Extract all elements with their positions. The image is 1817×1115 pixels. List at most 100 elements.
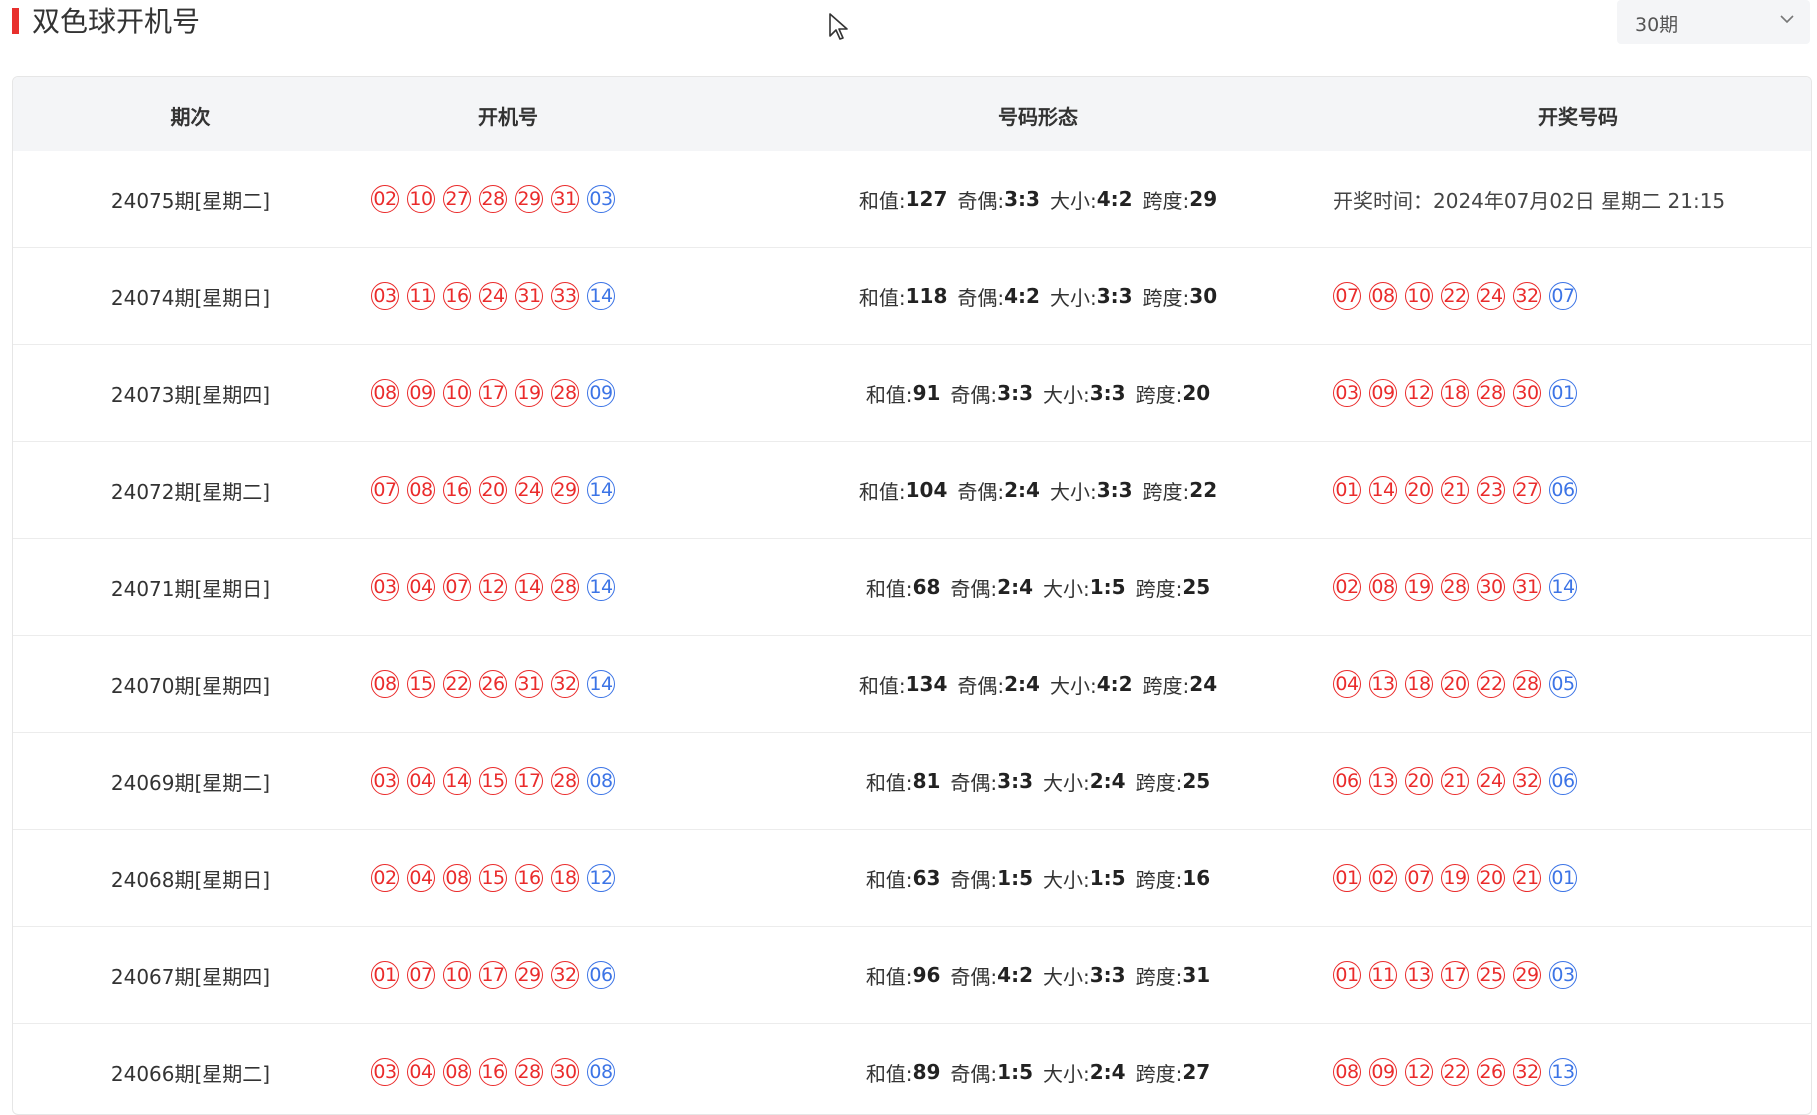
red-ball: 20	[1441, 670, 1469, 698]
red-ball: 16	[479, 1058, 507, 1086]
table-row: 24066期[星期二] 03 04 08 16 28 30 08 和值: 89 奇偶: 1:5 大小: 2…	[13, 1024, 1811, 1114]
span-value: 30	[1189, 284, 1218, 308]
blue-ball: 07	[1549, 282, 1577, 310]
red-ball: 24	[1477, 282, 1505, 310]
chevron-down-icon	[1780, 15, 1794, 24]
odd-even-label: 奇偶:	[957, 188, 1005, 213]
issue-cell: 24070期[星期四]	[110, 673, 271, 698]
span-value: 31	[1182, 963, 1211, 987]
red-ball: 16	[443, 282, 471, 310]
sum-value: 118	[905, 284, 948, 308]
number-pattern-cell: 和值: 127 奇偶: 3:3 大小: 4:2 跨度: 29	[823, 151, 1253, 247]
blue-ball: 01	[1549, 379, 1577, 407]
period-select-value: 30期	[1635, 14, 1679, 36]
red-ball: 13	[1369, 767, 1397, 795]
red-ball: 04	[407, 573, 435, 601]
red-ball: 08	[443, 864, 471, 892]
red-ball: 28	[551, 767, 579, 795]
red-ball: 21	[1513, 864, 1541, 892]
sum-value: 81	[912, 769, 941, 793]
red-ball: 32	[551, 961, 579, 989]
red-ball: 29	[515, 185, 543, 213]
odd-even-label: 奇偶:	[957, 479, 1005, 504]
blue-ball: 08	[587, 767, 615, 795]
winning-number-cell: 06 13 20 21 24 32 06	[1333, 733, 1803, 829]
sum-value: 127	[905, 187, 948, 211]
red-ball: 25	[1477, 961, 1505, 989]
red-ball: 28	[479, 185, 507, 213]
issue-cell: 24073期[星期四]	[110, 382, 271, 407]
table-row: 24071期[星期日] 03 04 07 12 14 28 14 和值: 68 奇偶: 2:4 大小: 1…	[13, 539, 1811, 636]
blue-ball: 05	[1549, 670, 1577, 698]
odd-even-label: 奇偶:	[950, 867, 998, 892]
red-ball: 13	[1405, 961, 1433, 989]
red-ball: 33	[551, 282, 579, 310]
red-ball: 22	[1441, 282, 1469, 310]
table-row: 24072期[星期二] 07 08 16 20 24 29 14 和值: 104 奇偶: 2:4 大小:…	[13, 442, 1811, 539]
red-ball: 10	[1405, 282, 1433, 310]
period-select[interactable]: 30期	[1617, 0, 1810, 44]
red-ball: 17	[479, 379, 507, 407]
odd-even-label: 奇偶:	[950, 770, 998, 795]
big-small-value: 3:3	[1096, 284, 1133, 308]
sum-label: 和值:	[865, 576, 913, 601]
red-ball: 26	[479, 670, 507, 698]
span-value: 20	[1182, 381, 1211, 405]
red-ball: 30	[551, 1058, 579, 1086]
sum-value: 89	[912, 1060, 941, 1084]
odd-even-value: 3:3	[997, 381, 1033, 405]
red-ball: 27	[443, 185, 471, 213]
red-ball: 17	[1441, 961, 1469, 989]
red-ball: 07	[407, 961, 435, 989]
winning-number-cell: 07 08 10 22 24 32 07	[1333, 248, 1803, 344]
red-ball: 28	[1477, 379, 1505, 407]
red-ball: 09	[1369, 379, 1397, 407]
red-ball: 16	[515, 864, 543, 892]
table-row: 24068期[星期日] 02 04 08 15 16 18 12 和值: 63 奇偶: 1:5 大小: 1…	[13, 830, 1811, 927]
red-ball: 09	[407, 379, 435, 407]
red-ball: 24	[479, 282, 507, 310]
machine-number-cell: 03 04 08 16 28 30 08	[371, 1024, 791, 1114]
red-ball: 17	[515, 767, 543, 795]
title-accent-bar	[12, 8, 19, 34]
red-ball: 07	[1333, 282, 1361, 310]
red-ball: 18	[1441, 379, 1469, 407]
odd-even-value: 3:3	[1004, 187, 1040, 211]
results-table: 期次 开机号 号码形态 开奖号码 24075期[星期二] 02 10 27 28 29 31…	[12, 76, 1812, 1115]
machine-number-cell: 02 10 27 28 29 31 03	[371, 151, 791, 247]
red-ball: 28	[515, 1058, 543, 1086]
red-ball: 08	[1333, 1058, 1361, 1086]
red-ball: 17	[479, 961, 507, 989]
odd-even-value: 3:3	[997, 769, 1033, 793]
red-ball: 07	[443, 573, 471, 601]
odd-even-value: 1:5	[997, 866, 1033, 890]
red-ball: 21	[1441, 476, 1469, 504]
machine-number-cell: 08 15 22 26 31 32 14	[371, 636, 791, 732]
big-small-value: 1:5	[1089, 866, 1126, 890]
span-value: 25	[1182, 769, 1211, 793]
red-ball: 14	[443, 767, 471, 795]
red-ball: 20	[1477, 864, 1505, 892]
machine-number-cell: 03 04 07 12 14 28 14	[371, 539, 791, 635]
red-ball: 02	[1369, 864, 1397, 892]
red-ball: 19	[1441, 864, 1469, 892]
number-pattern-cell: 和值: 81 奇偶: 3:3 大小: 2:4 跨度: 25	[823, 733, 1253, 829]
number-pattern-cell: 和值: 134 奇偶: 2:4 大小: 4:2 跨度: 24	[823, 636, 1253, 732]
red-ball: 15	[479, 767, 507, 795]
red-ball: 09	[1369, 1058, 1397, 1086]
header-winning-number: 开奖号码	[1538, 105, 1618, 129]
red-ball: 03	[1333, 379, 1361, 407]
odd-even-label: 奇偶:	[950, 964, 998, 989]
red-ball: 07	[1405, 864, 1433, 892]
blue-ball: 09	[587, 379, 615, 407]
sum-value: 134	[905, 672, 948, 696]
big-small-label: 大小:	[1043, 1061, 1090, 1086]
odd-even-value: 2:4	[1004, 672, 1040, 696]
table-header: 期次 开机号 号码形态 开奖号码	[13, 77, 1811, 151]
big-small-value: 4:2	[1096, 187, 1133, 211]
red-ball: 31	[515, 670, 543, 698]
issue-cell: 24075期[星期二]	[110, 188, 271, 213]
red-ball: 02	[371, 864, 399, 892]
blue-ball: 03	[587, 185, 615, 213]
red-ball: 29	[515, 961, 543, 989]
